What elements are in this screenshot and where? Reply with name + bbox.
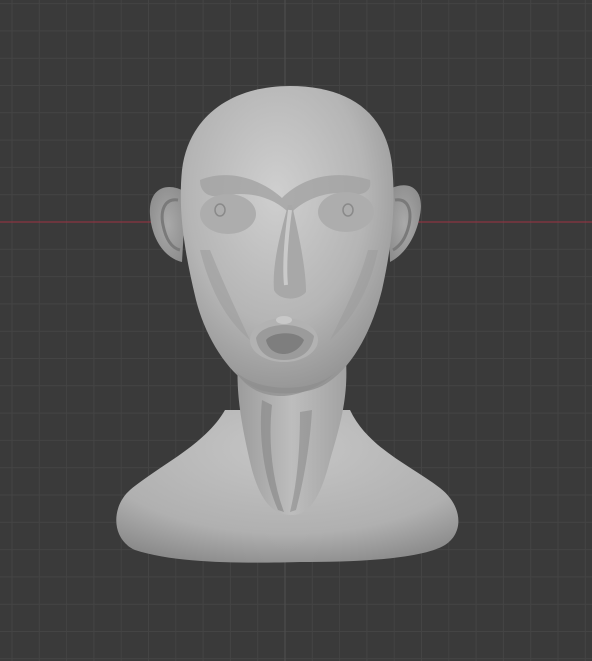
head-bust-model[interactable] xyxy=(116,86,459,563)
left-ear xyxy=(149,186,186,262)
mouth-highlight xyxy=(276,316,292,324)
3d-viewport[interactable] xyxy=(0,0,592,661)
right-eye-socket xyxy=(318,192,374,232)
viewport-canvas[interactable] xyxy=(0,0,592,661)
left-eye-socket xyxy=(200,194,256,234)
